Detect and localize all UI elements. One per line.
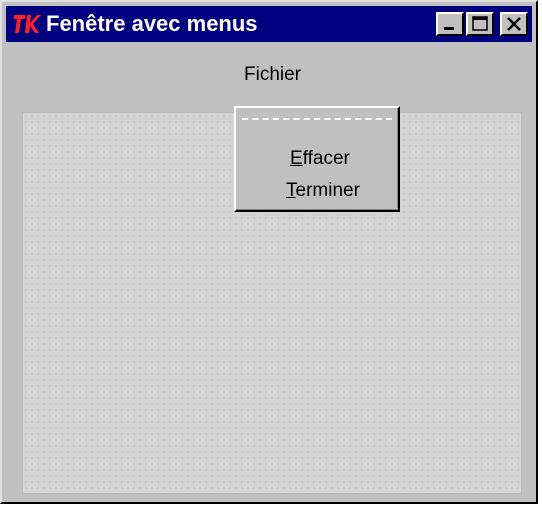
close-button[interactable]: [500, 12, 528, 36]
fichier-dropdown-menu: Effacer Terminer: [234, 106, 400, 212]
main-window: Fenêtre avec menus Fichier Effacer Termi…: [0, 0, 538, 504]
menu-item-effacer[interactable]: Effacer: [240, 146, 394, 172]
window-title: Fenêtre avec menus: [46, 11, 258, 36]
menu-item-effacer-label: Effacer: [290, 146, 350, 172]
menu-fichier[interactable]: Fichier: [244, 64, 301, 86]
minimize-button[interactable]: [436, 12, 464, 36]
maximize-button[interactable]: [466, 12, 494, 36]
minimize-icon: [444, 27, 454, 30]
menu-item-terminer[interactable]: Terminer: [240, 178, 394, 204]
menu-item-terminer-label: Terminer: [286, 178, 360, 204]
menu-item-terminer-rest: erminer: [295, 180, 360, 201]
mnemonic-t: T: [286, 180, 296, 201]
menu-bar: Fichier: [6, 44, 532, 102]
title-bar[interactable]: Fenêtre avec menus: [6, 6, 532, 42]
mnemonic-e: E: [290, 148, 303, 169]
tk-icon: [14, 15, 41, 33]
tearoff-line[interactable]: [242, 118, 392, 122]
maximize-icon: [472, 16, 488, 31]
close-icon: [507, 17, 521, 31]
menu-item-effacer-rest: ffacer: [302, 148, 350, 169]
